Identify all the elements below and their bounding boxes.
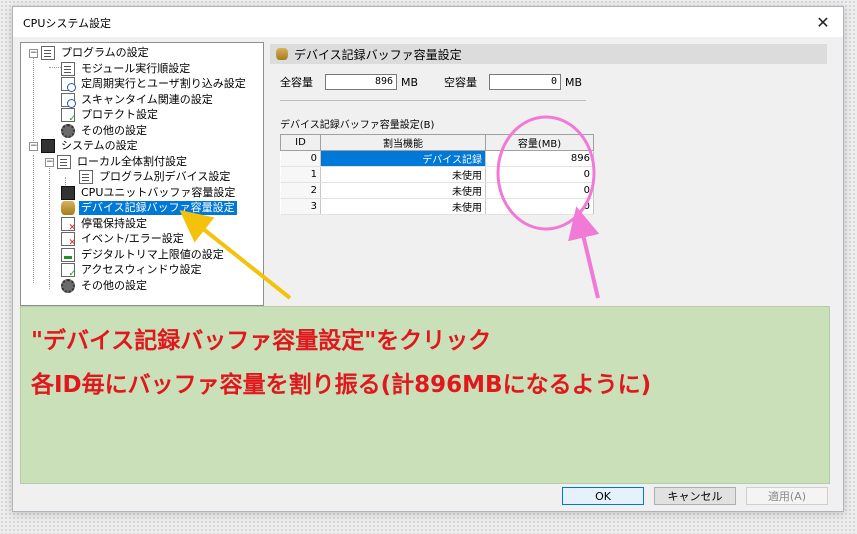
free-unit: MB [565,75,583,89]
table-row[interactable]: 2 未使用 0 [280,182,594,199]
tree-item-module-order[interactable]: モジュール実行順設定 [61,61,192,77]
tree-item-label: CPUユニットバッファ容量設定 [81,186,236,199]
allocation-icon [57,155,71,169]
table-row[interactable]: 1 未使用 0 [280,166,594,183]
instruction-callout: "デバイス記録バッファ容量設定"をクリック 各ID毎にバッファ容量を割り振る(計… [20,306,830,484]
interrupt-icon [61,77,76,92]
settings-tree[interactable]: − プログラムの設定 モジュール実行順設定 定周期実行とユーザ割り込み設定 スキ… [20,42,264,306]
tree-item-power-failure[interactable]: 停電保持設定 [61,216,149,233]
function-cell[interactable]: 未使用 [320,198,486,215]
chip-icon [61,186,75,200]
table-row[interactable]: 3 未使用 0 [280,198,594,215]
capacity-row: 全容量 896 MB 空容量 0 MB [280,74,582,90]
row-id: 0 [280,150,321,167]
tree-item-label: スキャンタイム関連の設定 [81,93,213,106]
tree-item-label: デジタルトリマ上限値の設定 [81,248,224,261]
total-unit: MB [401,75,419,89]
capacity-cell[interactable]: 0 [485,182,594,199]
total-capacity-label: 全容量 [280,76,313,89]
tree-item-access-window[interactable]: アクセスウィンドウ設定 [61,262,203,279]
function-cell[interactable]: 未使用 [320,166,486,183]
trimmer-icon [61,248,75,262]
error-icon [61,232,76,248]
total-capacity-field: 896 [325,74,397,90]
tree-item-protect[interactable]: プロテクト設定 [61,107,160,124]
tree-item-scan-time[interactable]: スキャンタイム関連の設定 [61,92,215,108]
device-icon [79,170,93,184]
program-icon [41,46,55,60]
tree-item-label: その他の設定 [81,279,147,292]
instruction-line-1: "デバイス記録バッファ容量設定"をクリック [31,328,492,354]
tree-item-label: その他の設定 [81,124,147,137]
close-button[interactable]: ✕ [803,7,843,37]
tree-item-label: プロテクト設定 [81,108,158,121]
tree-item-device-record-buffer[interactable]: デバイス記録バッファ容量設定 [61,200,237,216]
tree-item-cpu-buffer[interactable]: CPUユニットバッファ容量設定 [61,185,237,201]
section-header: デバイス記録バッファ容量設定 [270,44,827,64]
function-cell[interactable]: 未使用 [320,182,486,199]
list-icon [61,62,75,76]
instruction-line-2: 各ID毎にバッファ容量を割り振る(計896MBになるように) [31,372,652,398]
access-icon [61,263,76,279]
tree-item-label: 停電保持設定 [81,217,147,230]
tree-item-other-program[interactable]: その他の設定 [61,123,149,139]
table-caption: デバイス記録バッファ容量設定(B) [280,120,435,131]
tree-item-local-allocation[interactable]: − ローカル全体割付設定 [45,154,189,170]
tree-item-label: デバイス記録バッファ容量設定 [79,201,237,215]
tree-item-label: ローカル全体割付設定 [77,155,187,168]
tree-item-other-system[interactable]: その他の設定 [61,278,149,294]
row-id: 3 [280,198,321,215]
ok-button[interactable]: OK [562,487,644,505]
gear-icon [61,279,75,293]
gear-icon [61,124,75,138]
tree-item-label: イベント/エラー設定 [81,232,184,245]
row-id: 1 [280,166,321,183]
free-capacity-label: 空容量 [444,76,478,89]
tree-item-program-device[interactable]: プログラム別デバイス設定 [79,169,232,185]
divider [280,100,586,101]
tree-item-label: システムの設定 [61,139,138,152]
database-icon [276,48,288,60]
tree-item-label: 定周期実行とユーザ割り込み設定 [81,77,246,90]
cancel-button[interactable]: キャンセル [654,487,736,505]
clock-icon [61,93,76,108]
table-row[interactable]: 0 デバイス記録 896 [280,150,594,167]
apply-button[interactable]: 適用(A) [746,487,828,505]
collapse-icon[interactable]: − [29,48,38,58]
tree-item-periodic-interrupt[interactable]: 定周期実行とユーザ割り込み設定 [61,76,248,92]
buffer-capacity-table: ID 割当機能 容量(MB) 0 デバイス記録 896 1 未使用 0 2 未使… [280,134,594,215]
tree-item-label: プログラムの設定 [61,46,149,59]
tree-item-program-settings[interactable]: − プログラムの設定 [29,45,151,61]
tree-item-digital-trimmer[interactable]: デジタルトリマ上限値の設定 [61,247,226,263]
column-header-capacity: 容量(MB) [485,134,594,151]
column-header-id: ID [280,134,321,151]
lock-icon [61,108,76,124]
capacity-cell[interactable]: 0 [485,198,594,215]
capacity-cell[interactable]: 0 [485,166,594,183]
tree-item-label: プログラム別デバイス設定 [99,170,231,183]
function-cell[interactable]: デバイス記録 [320,150,486,167]
capacity-cell[interactable]: 896 [485,150,594,167]
tree-item-event-error[interactable]: イベント/エラー設定 [61,231,186,248]
title-bar: CPUシステム設定 ✕ [13,7,843,37]
row-id: 2 [280,182,321,199]
collapse-icon[interactable]: − [45,157,54,167]
database-icon [61,201,75,215]
section-title: デバイス記録バッファ容量設定 [294,47,462,62]
tree-item-system-settings[interactable]: − システムの設定 [29,138,140,154]
settings-panel: デバイス記録バッファ容量設定 全容量 896 MB 空容量 0 MB デバイス記… [270,42,828,306]
collapse-icon[interactable]: − [29,141,38,151]
power-icon [61,217,76,233]
free-capacity-field: 0 [489,74,562,90]
window-title: CPUシステム設定 [23,17,112,30]
tree-item-label: アクセスウィンドウ設定 [81,263,202,276]
system-icon [41,139,55,153]
column-header-function: 割当機能 [320,134,486,151]
tree-item-label: モジュール実行順設定 [81,62,191,75]
